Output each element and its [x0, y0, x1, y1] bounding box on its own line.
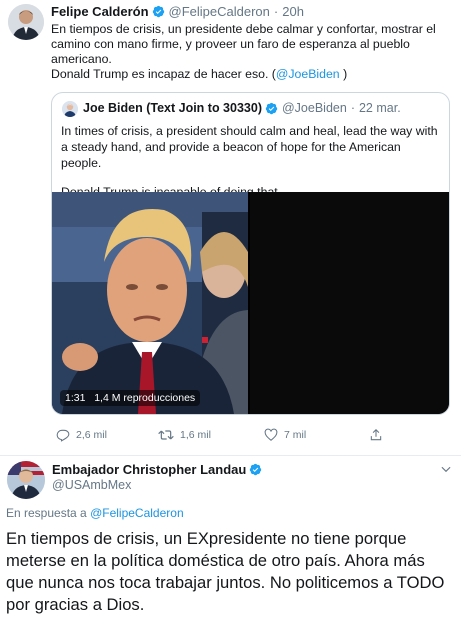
- separator-dot: ·: [273, 4, 279, 19]
- chevron-down-icon[interactable]: [439, 462, 453, 476]
- quoted-paragraph-1: In times of crisis, a president should c…: [61, 124, 438, 170]
- video-player[interactable]: 1:31 1,4 M reproducciones: [52, 192, 449, 414]
- reply-context-label: En respuesta a: [6, 506, 91, 520]
- avatar-christopher-landau[interactable]: [7, 461, 45, 499]
- mention-joebiden-link[interactable]: @JoeBiden: [276, 67, 340, 81]
- author-name[interactable]: Felipe Calderón: [51, 4, 149, 19]
- verified-badge-icon: [250, 463, 262, 476]
- tweet-felipe-calderon[interactable]: Felipe Calderón @FelipeCalderon · 20h En…: [0, 0, 461, 456]
- avatar-image: [62, 101, 78, 117]
- video-black-panel: [250, 192, 449, 414]
- share-action[interactable]: [369, 428, 389, 442]
- tweet-time[interactable]: 20h: [282, 4, 304, 19]
- tweet1-text-line-1: En tiempos de crisis, un presidente debe…: [51, 22, 436, 36]
- retweet-action[interactable]: 1,6 mil: [158, 428, 211, 442]
- reply-action[interactable]: 2,6 mil: [56, 428, 107, 442]
- video-duration: 1:31: [65, 392, 86, 404]
- quoted-tweet-card[interactable]: Joe Biden (Text Join to 30330) @JoeBiden…: [51, 92, 450, 415]
- avatar-image: [8, 4, 44, 40]
- author-name[interactable]: Embajador Christopher Landau: [52, 462, 246, 477]
- quoted-author-name[interactable]: Joe Biden (Text Join to 30330): [83, 101, 262, 115]
- video-views: 1,4 M reproducciones: [94, 392, 196, 404]
- tweet2-header: Embajador Christopher Landau: [52, 462, 266, 477]
- tweet1-text-suffix: ): [339, 67, 348, 81]
- video-thumbnail-image: [52, 192, 248, 414]
- avatar-felipe-calderon[interactable]: [8, 4, 44, 40]
- share-icon: [370, 429, 382, 441]
- author-handle[interactable]: @USAmbMex: [52, 478, 131, 492]
- video-duration-badge: 1:31 1,4 M reproducciones: [60, 390, 201, 406]
- tweet1-text-prefix: Donald Trump es incapaz de hacer eso. (: [51, 67, 276, 81]
- tweet-christopher-landau[interactable]: Embajador Christopher Landau @USAmbMex E…: [0, 456, 461, 620]
- avatar-image: [7, 461, 45, 499]
- separator-dot: ·: [350, 101, 355, 115]
- reply-icon: [56, 429, 70, 442]
- verified-badge-icon: [152, 5, 164, 18]
- tweet1-text-line-4: Donald Trump es incapaz de hacer eso. (@…: [51, 67, 456, 82]
- heart-icon: [264, 428, 278, 441]
- retweet-icon: [158, 430, 174, 440]
- verified-badge-icon: [265, 102, 278, 114]
- tweet2-text: En tiempos de crisis, un EXpresidente no…: [6, 529, 445, 614]
- quoted-tweet-header: Joe Biden (Text Join to 30330) @JoeBiden…: [83, 101, 401, 115]
- reply-to-link[interactable]: @FelipeCalderon: [90, 506, 184, 520]
- like-action[interactable]: 7 mil: [264, 428, 306, 442]
- video-thumbnail: [52, 192, 248, 414]
- tweet1-text-line-2: camino con mano firme, y proveer un faro…: [51, 37, 410, 51]
- avatar-joe-biden[interactable]: [62, 101, 78, 117]
- quoted-tweet-date[interactable]: 22 mar.: [359, 101, 401, 115]
- reply-context: En respuesta a @FelipeCalderon: [6, 506, 184, 520]
- tweet1-text: En tiempos de crisis, un presidente debe…: [51, 22, 456, 82]
- tweet1-header: Felipe Calderón @FelipeCalderon · 20h: [51, 4, 304, 19]
- author-handle[interactable]: @FelipeCalderon: [169, 4, 270, 19]
- quoted-author-handle[interactable]: @JoeBiden: [282, 101, 347, 115]
- reply-count: 2,6 mil: [76, 429, 107, 441]
- retweet-count: 1,6 mil: [180, 429, 211, 441]
- like-count: 7 mil: [284, 429, 307, 441]
- tweet1-text-line-3: americano.: [51, 52, 112, 66]
